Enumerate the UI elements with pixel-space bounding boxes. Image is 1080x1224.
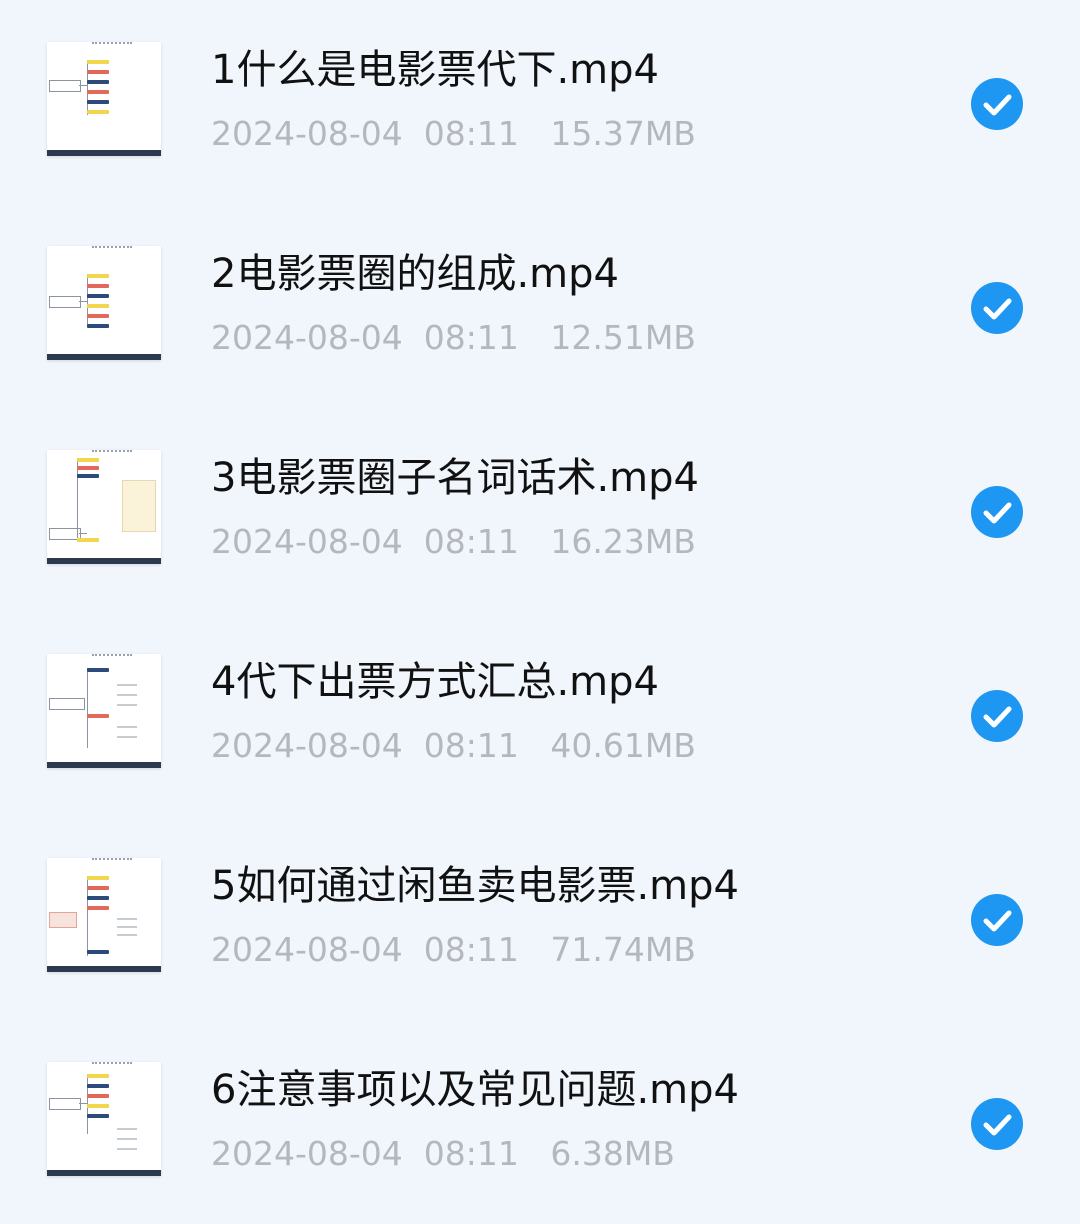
file-name: 4代下出票方式汇总.mp4 bbox=[211, 659, 659, 705]
file-name: 3电影票圈子名词话术.mp4 bbox=[211, 455, 699, 501]
file-date: 2024-08-04 bbox=[211, 1134, 403, 1173]
video-thumbnail bbox=[47, 450, 161, 564]
file-row[interactable]: 4代下出票方式汇总.mp4 2024-08-04 08:11 40.61MB bbox=[0, 612, 1080, 816]
selected-check-icon[interactable] bbox=[971, 690, 1023, 742]
file-row[interactable]: 3电影票圈子名词话术.mp4 2024-08-04 08:11 16.23MB bbox=[0, 408, 1080, 612]
file-name: 6注意事项以及常见问题.mp4 bbox=[211, 1067, 739, 1113]
video-thumbnail bbox=[47, 42, 161, 156]
video-thumbnail bbox=[47, 654, 161, 768]
selected-check-icon[interactable] bbox=[971, 894, 1023, 946]
file-list: 1什么是电影票代下.mp4 2024-08-04 08:11 15.37MB 2… bbox=[0, 0, 1080, 1223]
file-row[interactable]: 1什么是电影票代下.mp4 2024-08-04 08:11 15.37MB bbox=[0, 0, 1080, 204]
video-thumbnail bbox=[47, 246, 161, 360]
selected-check-icon[interactable] bbox=[971, 78, 1023, 130]
file-row[interactable]: 5如何通过闲鱼卖电影票.mp4 2024-08-04 08:11 71.74MB bbox=[0, 816, 1080, 1020]
file-size: 71.74MB bbox=[550, 930, 696, 969]
file-date: 2024-08-04 bbox=[211, 114, 403, 153]
file-meta: 2024-08-04 08:11 12.51MB bbox=[211, 317, 696, 359]
file-time: 08:11 bbox=[423, 726, 519, 765]
file-name: 5如何通过闲鱼卖电影票.mp4 bbox=[211, 863, 739, 909]
file-time: 08:11 bbox=[423, 522, 519, 561]
file-size: 6.38MB bbox=[550, 1134, 675, 1173]
selected-check-icon[interactable] bbox=[971, 282, 1023, 334]
file-date: 2024-08-04 bbox=[211, 522, 403, 561]
selected-check-icon[interactable] bbox=[971, 1098, 1023, 1150]
file-time: 08:11 bbox=[423, 930, 519, 969]
file-row[interactable]: 6注意事项以及常见问题.mp4 2024-08-04 08:11 6.38MB bbox=[0, 1020, 1080, 1224]
file-time: 08:11 bbox=[423, 1134, 519, 1173]
file-meta: 2024-08-04 08:11 16.23MB bbox=[211, 521, 696, 563]
file-date: 2024-08-04 bbox=[211, 318, 403, 357]
file-size: 16.23MB bbox=[550, 522, 696, 561]
file-name: 1什么是电影票代下.mp4 bbox=[211, 47, 659, 93]
file-size: 15.37MB bbox=[550, 114, 696, 153]
file-meta: 2024-08-04 08:11 71.74MB bbox=[211, 929, 696, 971]
file-name: 2电影票圈的组成.mp4 bbox=[211, 251, 619, 297]
file-meta: 2024-08-04 08:11 40.61MB bbox=[211, 725, 696, 767]
selected-check-icon[interactable] bbox=[971, 486, 1023, 538]
file-date: 2024-08-04 bbox=[211, 930, 403, 969]
video-thumbnail bbox=[47, 1062, 161, 1176]
file-size: 40.61MB bbox=[550, 726, 696, 765]
file-size: 12.51MB bbox=[550, 318, 696, 357]
file-time: 08:11 bbox=[423, 318, 519, 357]
file-time: 08:11 bbox=[423, 114, 519, 153]
file-date: 2024-08-04 bbox=[211, 726, 403, 765]
file-meta: 2024-08-04 08:11 15.37MB bbox=[211, 113, 696, 155]
video-thumbnail bbox=[47, 858, 161, 972]
file-row[interactable]: 2电影票圈的组成.mp4 2024-08-04 08:11 12.51MB bbox=[0, 204, 1080, 408]
file-meta: 2024-08-04 08:11 6.38MB bbox=[211, 1133, 675, 1175]
